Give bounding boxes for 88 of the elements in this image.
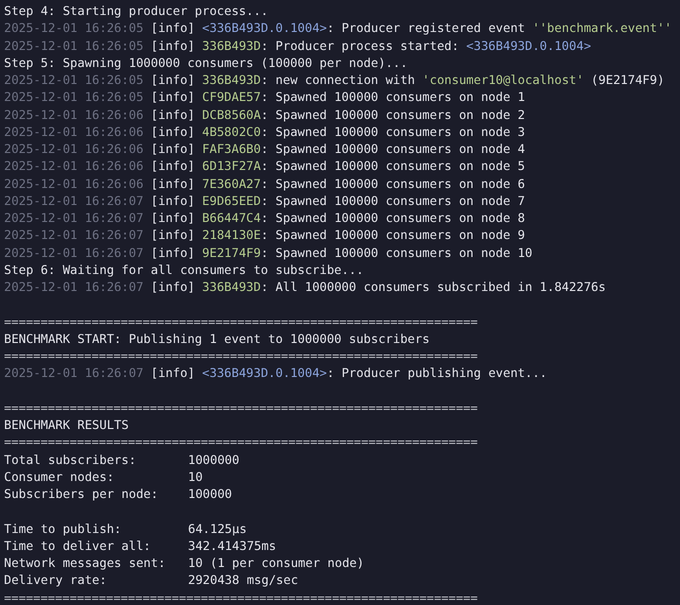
log-message: : Spawned 100000 consumers on node 2 (260, 108, 525, 122)
timestamp: 2025-12-01 16:26:07 (4, 211, 144, 225)
log-level: [info] (150, 142, 195, 156)
process-id: <336B493D.0.1004> (202, 21, 327, 36)
node-id: 9E2174F9 (202, 246, 261, 260)
node-id: B66447C4 (202, 211, 261, 225)
log-level: [info] (150, 246, 195, 260)
step-text: Step 4: Starting producer process... (4, 4, 268, 18)
stat-value: 100000 (188, 486, 232, 503)
timestamp: 2025-12-01 16:26:07 (4, 228, 144, 242)
timestamp: 2025-12-01 16:26:05 (4, 90, 144, 104)
heading-text: BENCHMARK RESULTS (4, 418, 129, 432)
separator-line: ================================================================= (4, 435, 478, 450)
node-id: 4B5802C0 (202, 124, 261, 139)
log-message: (9E2174F9) (590, 73, 664, 87)
log-message: : Producer process started: (260, 38, 460, 52)
separator-line: ================================================================= (4, 590, 478, 604)
stat-label: Delivery rate: (4, 572, 108, 590)
timestamp: 2025-12-01 16:26:06 (4, 159, 144, 174)
log-message: : Spawned 100000 consumers on node 5 (260, 159, 525, 174)
node-id: 336B493D (202, 38, 261, 52)
stat-value: 10 (188, 468, 203, 486)
separator-line: ================================================================= (4, 400, 478, 415)
separator-line: ================================================================= (4, 349, 478, 363)
stat-label: Total subscribers: (4, 452, 138, 468)
log-level: [info] (150, 176, 195, 190)
quoted-string: 'consumer10@localhost' (422, 73, 584, 87)
timestamp: 2025-12-01 16:26:05 (4, 73, 144, 87)
log-level: [info] (150, 108, 195, 122)
timestamp: 2025-12-01 16:26:06 (4, 108, 144, 122)
stat-value: 10 (1 per consumer node) (188, 555, 364, 572)
log-message: : Producer publishing event... (326, 366, 548, 380)
stat-value: 64.125μs (188, 520, 247, 538)
log-message: : Spawned 100000 consumers on node 1 (260, 90, 525, 104)
step-text: Step 6: Waiting for all consumers to subscribe... (4, 262, 364, 277)
node-id: 336B493D (202, 73, 261, 87)
timestamp: 2025-12-01 16:26:07 (4, 246, 144, 260)
step-text: Step 5: Spawning 1000000 consumers (100000 per node)... (4, 56, 408, 70)
log-level: [info] (150, 211, 195, 225)
separator-line: ================================================================= (4, 314, 478, 328)
node-id: 6D13F27A (202, 159, 261, 174)
stat-label: Time to publish: (4, 520, 122, 538)
log-message: : Spawned 100000 consumers on node 9 (260, 228, 525, 242)
timestamp: 2025-12-01 16:26:06 (4, 124, 144, 139)
log-level: [info] (150, 194, 195, 208)
timestamp: 2025-12-01 16:26:07 (4, 280, 144, 294)
log-message: : Producer registered event (326, 21, 526, 36)
log-message: : Spawned 100000 consumers on node 10 (260, 246, 532, 260)
log-level: [info] (150, 73, 195, 87)
timestamp: 2025-12-01 16:26:05 (4, 38, 144, 52)
stat-label: Consumer nodes: (4, 468, 116, 486)
log-level: [info] (150, 366, 195, 380)
log-message: : Spawned 100000 consumers on node 7 (260, 194, 525, 208)
node-id: E9D65EED (202, 194, 261, 208)
stat-value: 1000000 (188, 452, 240, 468)
stat-label: Time to deliver all: (4, 538, 152, 555)
stat-value: 2920438 msg/sec (188, 572, 298, 590)
timestamp: 2025-12-01 16:26:06 (4, 142, 144, 156)
log-message: : Spawned 100000 consumers on node 8 (260, 211, 525, 225)
timestamp: 2025-12-01 16:26:06 (4, 176, 144, 190)
node-id: 336B493D (202, 280, 261, 294)
heading-text: BENCHMARK START: Publishing 1 event to 1000000 subscribers (4, 332, 430, 346)
log-message: : Spawned 100000 consumers on node 6 (260, 176, 525, 190)
log-level: [info] (150, 38, 195, 52)
process-id: <336B493D.0.1004> (202, 366, 327, 380)
log-level: [info] (150, 90, 195, 104)
node-id: CF9DAE57 (202, 90, 261, 104)
timestamp: 2025-12-01 16:26:07 (4, 366, 144, 380)
quoted-string: ''benchmark.event'' (532, 21, 672, 36)
log-message: : new connection with (260, 73, 416, 87)
node-id: 2184130E (202, 228, 261, 242)
timestamp: 2025-12-01 16:26:05 (4, 21, 144, 36)
process-id: <336B493D.0.1004> (466, 38, 592, 52)
stat-label: Subscribers per node: (4, 486, 160, 503)
node-id: 7E360A27 (202, 176, 261, 190)
log-message: : Spawned 100000 consumers on node 4 (260, 142, 525, 156)
log-level: [info] (150, 280, 195, 294)
node-id: FAF3A6B0 (202, 142, 261, 156)
timestamp: 2025-12-01 16:26:07 (4, 194, 144, 208)
log-level: [info] (150, 228, 195, 242)
log-level: [info] (150, 124, 195, 139)
stat-value: 342.414375ms (188, 538, 276, 555)
node-id: DCB8560A (202, 108, 261, 122)
log-level: [info] (150, 21, 195, 36)
log-message: : All 1000000 consumers subscribed in 1.842276s (260, 280, 606, 294)
log-message: : Spawned 100000 consumers on node 3 (260, 124, 525, 139)
stat-label: Network messages sent: (4, 555, 166, 572)
log-level: [info] (150, 159, 195, 174)
